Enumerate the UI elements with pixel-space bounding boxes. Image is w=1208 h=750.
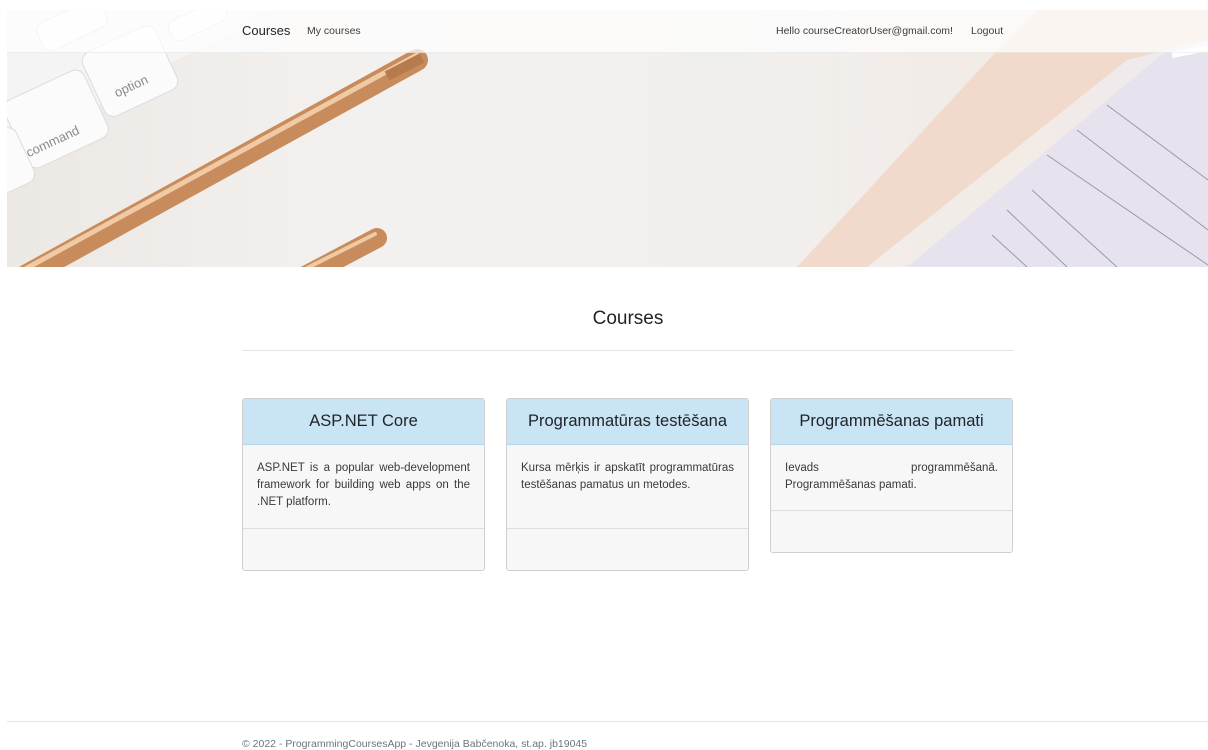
nav-logout-link[interactable]: Logout xyxy=(971,25,1003,37)
hero-banner: option command Courses My courses Hello … xyxy=(7,10,1208,267)
title-divider xyxy=(242,350,1014,351)
navbar-brand-courses[interactable]: Courses xyxy=(242,23,290,38)
course-card-footer xyxy=(243,529,484,570)
course-card-title[interactable]: ASP.NET Core xyxy=(243,399,484,445)
page-title: Courses xyxy=(592,308,664,329)
nav-link-my-courses[interactable]: My courses xyxy=(307,25,361,37)
course-card[interactable]: ASP.NET Core ASP.NET is a popular web-de… xyxy=(242,398,485,571)
footer-copyright: © 2022 - ProgrammingCoursesApp - Jevgeni… xyxy=(242,738,588,750)
course-card-footer xyxy=(507,529,748,570)
nav-user-greeting[interactable]: Hello courseCreatorUser@gmail.com! xyxy=(776,25,953,37)
course-card-description: Ievads programmēšanā. Programmēšanas pam… xyxy=(771,445,1012,511)
course-card-description: Kursa mērķis ir apskatīt programmatūras … xyxy=(507,445,748,529)
footer-divider xyxy=(7,721,1208,722)
course-card-footer xyxy=(771,511,1012,552)
course-card[interactable]: Programmatūras testēšana Kursa mērķis ir… xyxy=(506,398,749,571)
top-navbar: Courses My courses Hello courseCreatorUs… xyxy=(7,10,1208,53)
course-card-title[interactable]: Programmēšanas pamati xyxy=(771,399,1012,445)
course-card-title[interactable]: Programmatūras testēšana xyxy=(507,399,748,445)
course-card[interactable]: Programmēšanas pamati Ievads programmēša… xyxy=(770,398,1013,553)
course-card-description: ASP.NET is a popular web-development fra… xyxy=(243,445,484,529)
